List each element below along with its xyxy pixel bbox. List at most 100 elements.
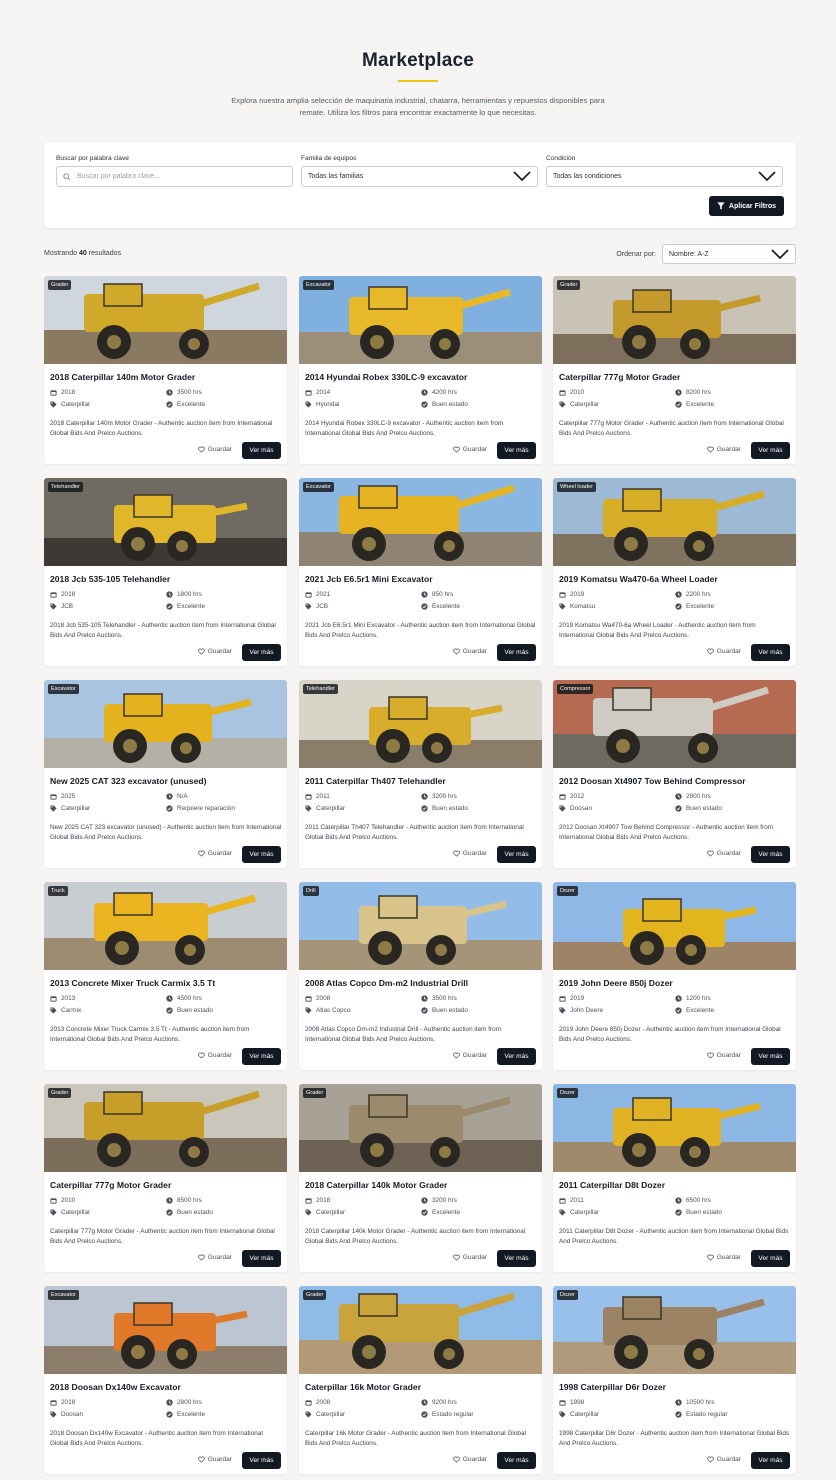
- save-button[interactable]: Guardar: [452, 446, 487, 453]
- listing-title[interactable]: 2011 Caterpillar D8t Dozer: [559, 1180, 665, 1190]
- view-more-button[interactable]: Ver más: [751, 1452, 790, 1469]
- listing-title[interactable]: Caterpillar 777g Motor Grader: [559, 372, 680, 382]
- listing-title[interactable]: 2018 Caterpillar 140m Motor Grader: [50, 372, 195, 382]
- save-button[interactable]: Guardar: [197, 1052, 232, 1059]
- apply-filters-button[interactable]: Aplicar Filtros: [708, 196, 784, 216]
- calendar-icon: [50, 794, 57, 800]
- listing-photo[interactable]: Grader: [299, 1286, 542, 1374]
- listing-card[interactable]: Dozer 2019 John Deere 850j Dozer 2019 1200 …: [553, 882, 796, 1070]
- view-more-button[interactable]: Ver más: [497, 442, 536, 459]
- listing-card[interactable]: Telehandler 2011 Caterpillar Th407 Teleha…: [299, 680, 542, 868]
- listing-photo[interactable]: Grader: [44, 276, 287, 364]
- save-button[interactable]: Guardar: [706, 1052, 741, 1059]
- save-button[interactable]: Guardar: [197, 1456, 232, 1463]
- listing-photo[interactable]: Grader: [299, 1084, 542, 1172]
- listing-condition: Buen estado: [166, 1209, 213, 1216]
- listing-card[interactable]: Truck 2013 Concrete Mixer Truck Carmix 3.…: [44, 882, 287, 1070]
- view-more-button[interactable]: Ver más: [497, 846, 536, 863]
- listing-card[interactable]: Dozer 1998 Caterpillar D6r Dozer 1998 10500…: [553, 1286, 796, 1474]
- view-more-button[interactable]: Ver más: [497, 1048, 536, 1065]
- view-more-button[interactable]: Ver más: [497, 1250, 536, 1267]
- view-more-button[interactable]: Ver más: [242, 1048, 281, 1065]
- save-button[interactable]: Guardar: [706, 446, 741, 453]
- view-more-button[interactable]: Ver más: [242, 442, 281, 459]
- save-button[interactable]: Guardar: [452, 1456, 487, 1463]
- listing-photo[interactable]: Drill: [299, 882, 542, 970]
- listing-condition-value: Excelente: [177, 401, 206, 408]
- view-more-button[interactable]: Ver más: [751, 1250, 790, 1267]
- view-more-button[interactable]: Ver más: [242, 644, 281, 661]
- view-more-button[interactable]: Ver más: [751, 1048, 790, 1065]
- listing-photo[interactable]: Excavator: [299, 276, 542, 364]
- view-more-button[interactable]: Ver más: [497, 644, 536, 661]
- save-button[interactable]: Guardar: [706, 648, 741, 655]
- listing-card[interactable]: Grader Caterpillar 777g Motor Grader 2010 8…: [553, 276, 796, 464]
- listing-card[interactable]: Grader 2018 Caterpillar 140k Motor Grader…: [299, 1084, 542, 1272]
- listing-photo[interactable]: Excavator: [44, 1286, 287, 1374]
- view-more-button[interactable]: Ver más: [751, 846, 790, 863]
- listing-photo[interactable]: Dozer: [553, 882, 796, 970]
- listing-card[interactable]: Grader Caterpillar 777g Motor Grader 2010 8…: [44, 1084, 287, 1272]
- listing-card[interactable]: Excavator 2014 Hyundai Robex 330LC-9 exca…: [299, 276, 542, 464]
- view-more-button[interactable]: Ver más: [242, 846, 281, 863]
- condition-select[interactable]: Todas las condiciones: [546, 166, 783, 187]
- sort-select[interactable]: Nombre: A-Z: [662, 244, 796, 264]
- save-button[interactable]: Guardar: [197, 850, 232, 857]
- listing-title[interactable]: 2018 Doosan Dx140w Excavator: [50, 1382, 181, 1392]
- family-select[interactable]: Todas las familias: [301, 166, 538, 187]
- listing-title[interactable]: Caterpillar 16k Motor Grader: [305, 1382, 421, 1392]
- save-button[interactable]: Guardar: [197, 1254, 232, 1261]
- view-more-button[interactable]: Ver más: [751, 644, 790, 661]
- listing-title[interactable]: 2013 Concrete Mixer Truck Carmix 3.5 Tt: [50, 978, 215, 988]
- save-button[interactable]: Guardar: [452, 648, 487, 655]
- listing-photo[interactable]: Compressor: [553, 680, 796, 768]
- listing-title[interactable]: 1998 Caterpillar D6r Dozer: [559, 1382, 666, 1392]
- listing-photo[interactable]: Excavator: [44, 680, 287, 768]
- listing-card[interactable]: Excavator 2018 Doosan Dx140w Excavator 201…: [44, 1286, 287, 1474]
- listing-card[interactable]: Wheel loader 2019 Komatsu Wa470-6a Wheel …: [553, 478, 796, 666]
- listing-photo[interactable]: Truck: [44, 882, 287, 970]
- category-badge: Excavator: [48, 684, 79, 694]
- save-button[interactable]: Guardar: [452, 1254, 487, 1261]
- save-button[interactable]: Guardar: [452, 1052, 487, 1059]
- listing-title[interactable]: 2008 Atlas Copco Dm-m2 Industrial Drill: [305, 978, 468, 988]
- listing-photo[interactable]: Telehandler: [44, 478, 287, 566]
- search-input[interactable]: Buscar por palabra clave...: [56, 166, 293, 187]
- listing-card[interactable]: Compressor 2012 Doosan Xt4907 Tow Behind …: [553, 680, 796, 868]
- listing-card[interactable]: Telehandler 2018 Jcb 535-105 Telehandler 2…: [44, 478, 287, 666]
- listing-title[interactable]: 2011 Caterpillar Th407 Telehandler: [305, 776, 446, 786]
- view-more-button[interactable]: Ver más: [751, 442, 790, 459]
- listing-photo[interactable]: Dozer: [553, 1084, 796, 1172]
- listing-title[interactable]: 2018 Caterpillar 140k Motor Grader: [305, 1180, 447, 1190]
- listing-photo[interactable]: Grader: [553, 276, 796, 364]
- listing-title[interactable]: New 2025 CAT 323 excavator (unused): [50, 776, 207, 786]
- listing-photo[interactable]: Dozer: [553, 1286, 796, 1374]
- listing-photo[interactable]: Grader: [44, 1084, 287, 1172]
- save-button[interactable]: Guardar: [706, 850, 741, 857]
- save-button[interactable]: Guardar: [706, 1254, 741, 1261]
- listing-card[interactable]: Grader 2018 Caterpillar 140m Motor Grader…: [44, 276, 287, 464]
- listing-photo[interactable]: Wheel loader: [553, 478, 796, 566]
- listing-card[interactable]: Drill 2008 Atlas Copco Dm-m2 Industrial D…: [299, 882, 542, 1070]
- listing-title[interactable]: 2014 Hyundai Robex 330LC-9 excavator: [305, 372, 467, 382]
- listing-title[interactable]: 2018 Jcb 535-105 Telehandler: [50, 574, 170, 584]
- listing-card[interactable]: Grader Caterpillar 16k Motor Grader 2008 92…: [299, 1286, 542, 1474]
- listing-title[interactable]: 2019 Komatsu Wa470-6a Wheel Loader: [559, 574, 718, 584]
- listing-title[interactable]: Caterpillar 777g Motor Grader: [50, 1180, 171, 1190]
- listing-card[interactable]: Excavator 2021 Jcb E6.5r1 Mini Excavator 2…: [299, 478, 542, 666]
- listing-card[interactable]: Excavator New 2025 CAT 323 excavator (unu…: [44, 680, 287, 868]
- view-more-button[interactable]: Ver más: [242, 1452, 281, 1469]
- listing-title[interactable]: 2021 Jcb E6.5r1 Mini Excavator: [305, 574, 433, 584]
- listing-photo[interactable]: Excavator: [299, 478, 542, 566]
- listing-card[interactable]: Dozer 2011 Caterpillar D8t Dozer 2011 6500 …: [553, 1084, 796, 1272]
- save-button[interactable]: Guardar: [452, 850, 487, 857]
- save-button[interactable]: Guardar: [706, 1456, 741, 1463]
- listing-condition: Buen estado: [166, 1007, 213, 1014]
- listing-title[interactable]: 2012 Doosan Xt4907 Tow Behind Compressor: [559, 776, 746, 786]
- listing-title[interactable]: 2019 John Deere 850j Dozer: [559, 978, 673, 988]
- view-more-button[interactable]: Ver más: [242, 1250, 281, 1267]
- save-button[interactable]: Guardar: [197, 446, 232, 453]
- listing-photo[interactable]: Telehandler: [299, 680, 542, 768]
- save-button[interactable]: Guardar: [197, 648, 232, 655]
- view-more-button[interactable]: Ver más: [497, 1452, 536, 1469]
